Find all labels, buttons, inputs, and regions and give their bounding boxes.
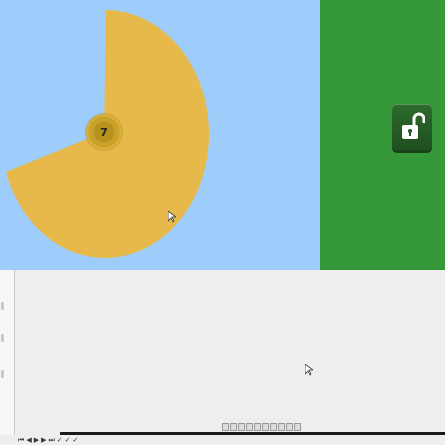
playback-controls: ⏮ ◀ ▶ ▶ ⏭ ✓ ✓ ✓ — [18, 436, 78, 445]
skip-end-icon[interactable]: ⏭ — [48, 436, 54, 445]
unlocked-padlock-icon — [402, 112, 425, 139]
game-stage: 7 — [0, 0, 445, 270]
tool-6-icon[interactable] — [262, 423, 269, 431]
center-number: 7 — [100, 125, 108, 139]
check-icon[interactable]: ✓ — [57, 436, 63, 445]
tool-10-icon[interactable] — [294, 423, 301, 431]
center-badge[interactable]: 7 — [86, 114, 122, 150]
tool-9-icon[interactable] — [286, 423, 293, 431]
step-back-icon[interactable]: ◀ — [26, 436, 31, 445]
unlock-button[interactable] — [392, 104, 432, 150]
tool-4-icon[interactable] — [246, 423, 253, 431]
timeline-track[interactable] — [60, 432, 445, 435]
scroll-grip[interactable] — [1, 370, 4, 378]
mouse-cursor-icon — [168, 211, 176, 223]
step-forward-icon[interactable]: ▶ — [41, 436, 46, 445]
tool-7-icon[interactable] — [270, 423, 277, 431]
tool-8-icon[interactable] — [278, 423, 285, 431]
tool-5-icon[interactable] — [254, 423, 261, 431]
scroll-grip[interactable] — [1, 334, 4, 342]
check-icon[interactable]: ✓ — [73, 436, 79, 445]
tool-1-icon[interactable] — [222, 423, 229, 431]
left-scrollbar[interactable] — [0, 270, 15, 435]
scroll-grip[interactable] — [1, 302, 4, 310]
mouse-cursor-icon — [305, 364, 313, 376]
editor-panel — [0, 270, 445, 445]
pie-sector[interactable] — [0, 0, 320, 270]
play-icon[interactable]: ▶ — [34, 436, 39, 445]
editor-toolbar — [222, 423, 301, 432]
tool-3-icon[interactable] — [238, 423, 245, 431]
skip-start-icon[interactable]: ⏮ — [18, 436, 24, 445]
tool-2-icon[interactable] — [230, 423, 237, 431]
check-icon[interactable]: ✓ — [65, 436, 71, 445]
